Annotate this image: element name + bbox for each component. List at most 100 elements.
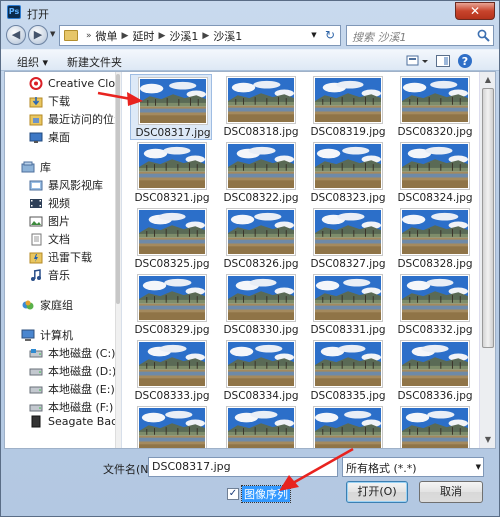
file-tile[interactable]: DSC08335.jpg bbox=[306, 338, 388, 404]
sidebar-item-media-library[interactable]: 暴风影视库 bbox=[29, 176, 121, 194]
sidebar-item-downloads[interactable]: 下载 bbox=[29, 92, 121, 110]
file-type-value: 所有格式 (*.*) bbox=[346, 462, 417, 475]
refresh-icon[interactable]: ↻ bbox=[322, 26, 338, 45]
file-name: DSC08318.jpg bbox=[223, 126, 299, 138]
sidebar-item-drive-d[interactable]: 本地磁盘 (D:) bbox=[29, 362, 121, 380]
file-tile[interactable]: DSC08334.jpg bbox=[219, 338, 301, 404]
chevron-right-icon[interactable]: ▶ bbox=[122, 31, 129, 41]
breadcrumb-item[interactable]: 延时 bbox=[132, 28, 154, 44]
file-tile[interactable]: DSC08320.jpg bbox=[393, 74, 475, 140]
sidebar-item-documents[interactable]: 文档 bbox=[29, 230, 121, 248]
file-grid-scrollbar-thumb[interactable] bbox=[482, 88, 494, 348]
file-tile[interactable]: DSC08336.jpg bbox=[393, 338, 475, 404]
file-tile[interactable] bbox=[130, 404, 212, 448]
sidebar-item-music[interactable]: 音乐 bbox=[29, 266, 121, 284]
file-type-select[interactable]: 所有格式 (*.*) ▼ bbox=[342, 457, 484, 477]
title-bar: Ps 打开 ✕ bbox=[1, 1, 499, 25]
open-button[interactable]: 打开(O) bbox=[346, 481, 408, 503]
drive-icon bbox=[29, 348, 43, 357]
change-view-icon[interactable] bbox=[405, 53, 431, 69]
file-tile[interactable]: DSC08327.jpg bbox=[306, 206, 388, 272]
image-thumbnail bbox=[226, 274, 296, 322]
file-tile[interactable]: DSC08323.jpg bbox=[306, 140, 388, 206]
image-thumbnail bbox=[400, 142, 470, 190]
sidebar-item-drive-e[interactable]: 本地磁盘 (E:) bbox=[29, 380, 121, 398]
image-thumbnail bbox=[400, 406, 470, 448]
image-thumbnail bbox=[313, 208, 383, 256]
image-thumbnail bbox=[313, 142, 383, 190]
music-icon bbox=[31, 268, 41, 281]
scroll-down-icon[interactable]: ▼ bbox=[481, 433, 495, 447]
file-tile[interactable] bbox=[393, 404, 475, 448]
sidebar-scrollbar-thumb[interactable] bbox=[116, 74, 120, 304]
file-tile[interactable]: DSC08331.jpg bbox=[306, 272, 388, 338]
scroll-up-icon[interactable]: ▲ bbox=[481, 73, 495, 87]
image-thumbnail bbox=[400, 340, 470, 388]
documents-icon bbox=[31, 233, 42, 245]
sidebar-item-drive-c[interactable]: 本地磁盘 (C:) bbox=[29, 344, 121, 362]
sidebar-item-videos[interactable]: 视频 bbox=[29, 194, 121, 212]
file-tile[interactable]: DSC08326.jpg bbox=[219, 206, 301, 272]
pictures-icon bbox=[29, 216, 43, 226]
sidebar-item-pictures[interactable]: 图片 bbox=[29, 212, 121, 230]
image-thumbnail bbox=[313, 406, 383, 448]
chevron-right-icon[interactable]: ▶ bbox=[202, 31, 209, 41]
library-icon bbox=[21, 161, 35, 172]
filename-field[interactable]: DSC08317.jpg bbox=[148, 457, 338, 477]
desktop-icon bbox=[29, 132, 43, 143]
help-icon[interactable]: ? bbox=[457, 53, 473, 69]
sidebar-item-seagate-backup[interactable]: Seagate Backup bbox=[29, 412, 121, 430]
chevron-right-icon[interactable]: ▶ bbox=[158, 31, 165, 41]
file-tile[interactable]: DSC08322.jpg bbox=[219, 140, 301, 206]
folder-icon bbox=[64, 30, 78, 41]
file-tile[interactable]: DSC08324.jpg bbox=[393, 140, 475, 206]
file-name: DSC08329.jpg bbox=[134, 324, 210, 336]
recent-pages-dropdown[interactable]: ▼ bbox=[50, 30, 55, 38]
preview-pane-icon[interactable] bbox=[435, 53, 451, 69]
chevron-down-icon[interactable]: ▼ bbox=[307, 26, 321, 45]
photoshop-app-icon: Ps bbox=[7, 5, 21, 19]
pane-splitter[interactable] bbox=[121, 72, 122, 448]
forward-button[interactable]: ▶ bbox=[28, 25, 48, 45]
sidebar-item-thunder-downloads[interactable]: 迅雷下载 bbox=[29, 248, 121, 266]
media-library-icon bbox=[29, 180, 43, 190]
file-tile[interactable]: DSC08317.jpg bbox=[130, 74, 212, 140]
address-bar[interactable]: » 微单 ▶ 延时 ▶ 沙溪1 ▶ 沙溪1 ▼ ↻ bbox=[59, 25, 341, 46]
chevron-down-icon[interactable]: ▼ bbox=[476, 459, 481, 475]
file-tile[interactable]: DSC08325.jpg bbox=[130, 206, 212, 272]
sidebar-item-recent-places[interactable]: 最近访问的位置 bbox=[29, 110, 121, 128]
file-grid-scrollbar[interactable]: ▲ ▼ bbox=[479, 72, 495, 448]
file-name: DSC08317.jpg bbox=[135, 127, 211, 139]
file-tile[interactable]: DSC08329.jpg bbox=[130, 272, 212, 338]
navigation-bar: ◀ ▶ ▼ » 微单 ▶ 延时 ▶ 沙溪1 ▶ 沙溪1 ▼ ↻ 搜索 沙溪1 bbox=[1, 23, 499, 49]
file-tile[interactable] bbox=[219, 404, 301, 448]
sidebar-item-homegroup[interactable]: 家庭组 bbox=[21, 296, 121, 314]
organize-menu[interactable]: 组织 ▾ bbox=[17, 54, 48, 70]
breadcrumb-item[interactable]: 微单 bbox=[96, 28, 118, 44]
breadcrumb-item[interactable]: 沙溪1 bbox=[169, 28, 198, 44]
file-tile[interactable]: DSC08330.jpg bbox=[219, 272, 301, 338]
cancel-button[interactable]: 取消 bbox=[419, 481, 483, 503]
sidebar-item-computer[interactable]: 计算机 bbox=[21, 326, 121, 344]
close-button[interactable]: ✕ bbox=[455, 2, 495, 20]
file-tile[interactable]: DSC08333.jpg bbox=[130, 338, 212, 404]
creative-cloud-icon bbox=[29, 76, 43, 90]
file-tile[interactable]: DSC08332.jpg bbox=[393, 272, 475, 338]
back-button[interactable]: ◀ bbox=[6, 25, 26, 45]
new-folder-button[interactable]: 新建文件夹 bbox=[67, 54, 122, 70]
sidebar-item-library[interactable]: 库 bbox=[21, 158, 121, 176]
image-sequence-label[interactable]: 图像序列 bbox=[241, 485, 291, 503]
file-tile[interactable]: DSC08319.jpg bbox=[306, 74, 388, 140]
search-input[interactable]: 搜索 沙溪1 bbox=[346, 25, 494, 46]
file-name: DSC08334.jpg bbox=[223, 390, 299, 402]
image-sequence-checkbox[interactable]: ✓ bbox=[227, 488, 239, 500]
file-tile[interactable]: DSC08321.jpg bbox=[130, 140, 212, 206]
sidebar-item-desktop[interactable]: 桌面 bbox=[29, 128, 121, 146]
breadcrumb-item[interactable]: 沙溪1 bbox=[213, 28, 242, 44]
file-tile[interactable]: DSC08318.jpg bbox=[219, 74, 301, 140]
image-sequence-option[interactable]: ✓ 图像序列 bbox=[227, 485, 291, 503]
open-dialog: Ps 打开 ✕ ◀ ▶ ▼ » 微单 ▶ 延时 ▶ 沙溪1 ▶ 沙溪1 ▼ ↻ … bbox=[0, 0, 500, 517]
file-tile[interactable]: DSC08328.jpg bbox=[393, 206, 475, 272]
file-tile[interactable] bbox=[306, 404, 388, 448]
sidebar-item-creative-cloud[interactable]: Creative Cloud bbox=[29, 74, 121, 92]
